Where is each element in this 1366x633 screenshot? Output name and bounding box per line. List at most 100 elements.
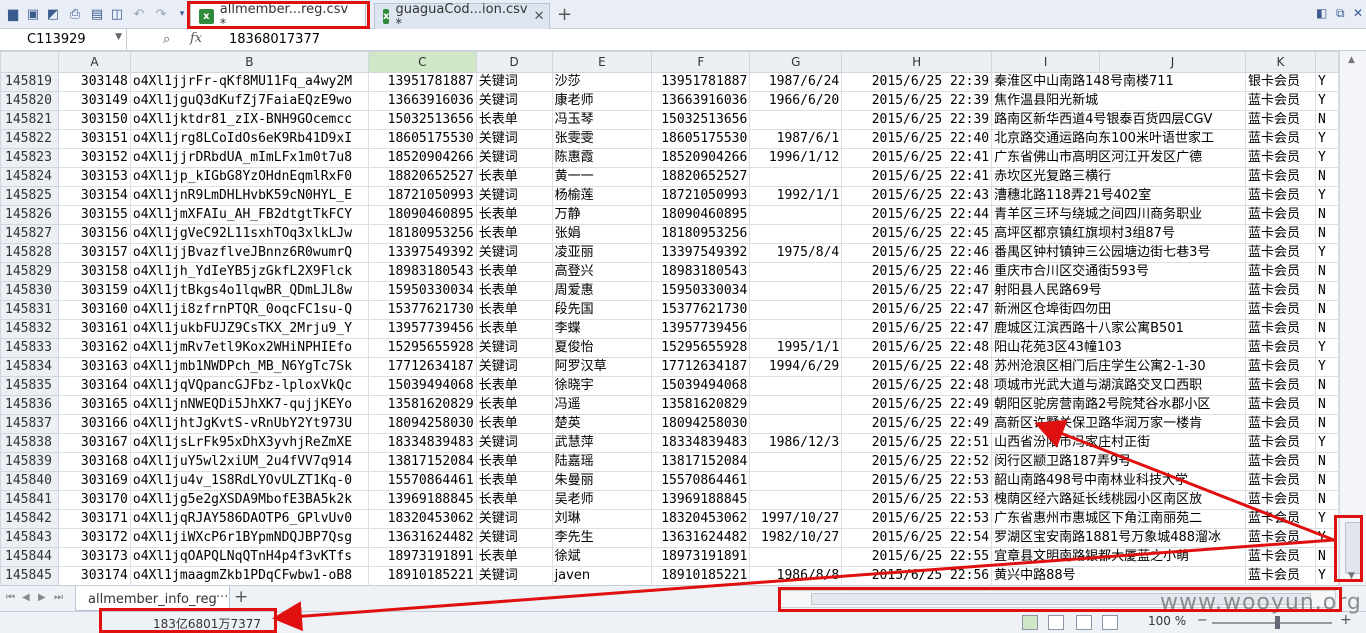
cell-h[interactable]: 2015/6/25 22:53 <box>841 509 993 529</box>
cell-a[interactable]: 303164 <box>57 376 131 396</box>
cell-b[interactable]: o4Xl1jjrFr-qKf8MU11Fq_a4wy2M <box>129 72 369 92</box>
cell-i[interactable]: 北京路交通运路向东100米叶语世家工 <box>991 129 1247 149</box>
cell-a[interactable]: 303148 <box>57 72 131 92</box>
cell-l[interactable]: N <box>1314 471 1339 491</box>
cell-a[interactable]: 303169 <box>57 471 131 491</box>
cell-l[interactable]: N <box>1314 167 1339 187</box>
cell-l[interactable]: Y <box>1314 72 1339 92</box>
cell-c[interactable]: 13969188845 <box>367 490 477 510</box>
cell-i[interactable]: 韶山南路498号中南林业科技大学 <box>991 471 1247 491</box>
cell-c[interactable]: 13663916036 <box>367 91 477 111</box>
row-number[interactable]: 145829 <box>0 262 59 282</box>
cell-d[interactable]: 关键词 <box>475 338 553 358</box>
cell-a[interactable]: 303156 <box>57 224 131 244</box>
cell-g[interactable] <box>749 471 843 491</box>
cell-h[interactable]: 2015/6/25 22:40 <box>841 129 993 149</box>
row-number[interactable]: 145822 <box>0 129 59 149</box>
cell-f[interactable]: 13957739456 <box>651 319 751 339</box>
scroll-up-icon[interactable]: ▲ <box>1348 55 1355 65</box>
cell-e[interactable]: 张娟 <box>551 224 653 244</box>
cell-e[interactable]: 沙莎 <box>551 72 653 92</box>
cell-i[interactable]: 高新区许墅关保卫路华润万家一楼肯 <box>991 414 1247 434</box>
cell-c[interactable]: 15032513656 <box>367 110 477 130</box>
cell-k[interactable]: 蓝卡会员 <box>1245 110 1316 130</box>
cell-l[interactable]: N <box>1314 376 1339 396</box>
close-window-icon[interactable]: ✕ <box>1353 6 1363 20</box>
new-tab-button[interactable]: + <box>557 4 572 25</box>
cell-h[interactable]: 2015/6/25 22:54 <box>841 528 993 548</box>
cell-f[interactable]: 13969188845 <box>651 490 751 510</box>
cell-i[interactable]: 罗湖区宝安南路1881号万象城488溜冰 <box>991 528 1247 548</box>
cell-a[interactable]: 303165 <box>57 395 131 415</box>
cell-d[interactable]: 长表单 <box>475 262 553 282</box>
cell-g[interactable] <box>749 490 843 510</box>
row-number[interactable]: 145825 <box>0 186 59 206</box>
cell-b[interactable]: o4Xl1jsLrFk95xDhX3yvhjReZmXE <box>129 433 369 453</box>
cell-k[interactable]: 蓝卡会员 <box>1245 490 1316 510</box>
cell-h[interactable]: 2015/6/25 22:43 <box>841 186 993 206</box>
cell-b[interactable]: o4Xl1jgVeC92L11sxhTOq3xlkLJw <box>129 224 369 244</box>
cell-b[interactable]: o4Xl1jtBkgs4o1lqwBR_QDmLJL8w <box>129 281 369 301</box>
cell-c[interactable]: 18605175530 <box>367 129 477 149</box>
page-break-icon[interactable] <box>1076 615 1092 630</box>
tab-allmember-csv[interactable]: x allmember...reg.csv * <box>190 2 366 32</box>
cell-h[interactable]: 2015/6/25 22:46 <box>841 243 993 263</box>
cell-c[interactable]: 18094258030 <box>367 414 477 434</box>
cell-b[interactable]: o4Xl1jhtJgKvtS-vRnUbY2Yt973U <box>129 414 369 434</box>
cell-f[interactable]: 15950330034 <box>651 281 751 301</box>
zoom-search-icon[interactable]: ⌕ <box>163 32 170 47</box>
cell-i[interactable]: 番禺区钟村镇钟三公园塘边街七巷3号 <box>991 243 1247 263</box>
cell-d[interactable]: 关键词 <box>475 91 553 111</box>
cell-a[interactable]: 303159 <box>57 281 131 301</box>
cell-h[interactable]: 2015/6/25 22:49 <box>841 395 993 415</box>
cell-f[interactable]: 13631624482 <box>651 528 751 548</box>
cell-f[interactable]: 13951781887 <box>651 72 751 92</box>
sidebar-toggle-icon[interactable]: ◧ <box>1316 6 1327 20</box>
cell-l[interactable]: N <box>1314 300 1339 320</box>
column-header-e[interactable]: E <box>551 51 653 73</box>
cell-l[interactable]: N <box>1314 262 1339 282</box>
cell-c[interactable]: 18334839483 <box>367 433 477 453</box>
cell-e[interactable]: 武慧萍 <box>551 433 653 453</box>
row-number[interactable]: 145827 <box>0 224 59 244</box>
cell-h[interactable]: 2015/6/25 22:48 <box>841 376 993 396</box>
cell-e[interactable]: 冯玉琴 <box>551 110 653 130</box>
cell-k[interactable]: 蓝卡会员 <box>1245 414 1316 434</box>
cell-g[interactable]: 1975/8/4 <box>749 243 843 263</box>
cell-a[interactable]: 303170 <box>57 490 131 510</box>
cell-f[interactable]: 18334839483 <box>651 433 751 453</box>
cell-e[interactable]: 万静 <box>551 205 653 225</box>
column-header-b[interactable]: B <box>129 51 369 73</box>
cell-f[interactable]: 15377621730 <box>651 300 751 320</box>
zoom-slider-track[interactable] <box>1212 622 1332 624</box>
cell-e[interactable]: 徐斌 <box>551 547 653 567</box>
cell-d[interactable]: 长表单 <box>475 205 553 225</box>
cell-k[interactable]: 蓝卡会员 <box>1245 395 1316 415</box>
cell-f[interactable]: 13581620829 <box>651 395 751 415</box>
cell-g[interactable] <box>749 262 843 282</box>
cell-e[interactable]: 夏俊怡 <box>551 338 653 358</box>
cell-c[interactable]: 18910185221 <box>367 566 477 585</box>
cell-i[interactable]: 漕穗北路118弄21号402室 <box>991 186 1247 206</box>
cell-g[interactable] <box>749 110 843 130</box>
cell-g[interactable]: 1987/6/1 <box>749 129 843 149</box>
cell-e[interactable]: javen <box>551 566 653 585</box>
cell-h[interactable]: 2015/6/25 22:48 <box>841 338 993 358</box>
cell-d[interactable]: 长表单 <box>475 490 553 510</box>
cell-e[interactable]: 周爱惠 <box>551 281 653 301</box>
cell-i[interactable]: 秦淮区中山南路148号南楼711 <box>991 72 1247 92</box>
cell-c[interactable]: 15039494068 <box>367 376 477 396</box>
cell-f[interactable]: 18094258030 <box>651 414 751 434</box>
row-number[interactable]: 145826 <box>0 205 59 225</box>
preview-icon[interactable]: ◫ <box>108 5 126 23</box>
row-number[interactable]: 145830 <box>0 281 59 301</box>
zoom-level[interactable]: 100 % <box>1148 614 1186 628</box>
cell-k[interactable]: 蓝卡会员 <box>1245 338 1316 358</box>
cell-k[interactable]: 蓝卡会员 <box>1245 243 1316 263</box>
cell-i[interactable]: 黄兴中路88号 <box>991 566 1247 585</box>
cell-a[interactable]: 303150 <box>57 110 131 130</box>
cell-f[interactable]: 18180953256 <box>651 224 751 244</box>
cell-i[interactable]: 重庆市合川区交通街593号 <box>991 262 1247 282</box>
row-number[interactable]: 145834 <box>0 357 59 377</box>
column-header-a[interactable]: A <box>57 51 131 73</box>
